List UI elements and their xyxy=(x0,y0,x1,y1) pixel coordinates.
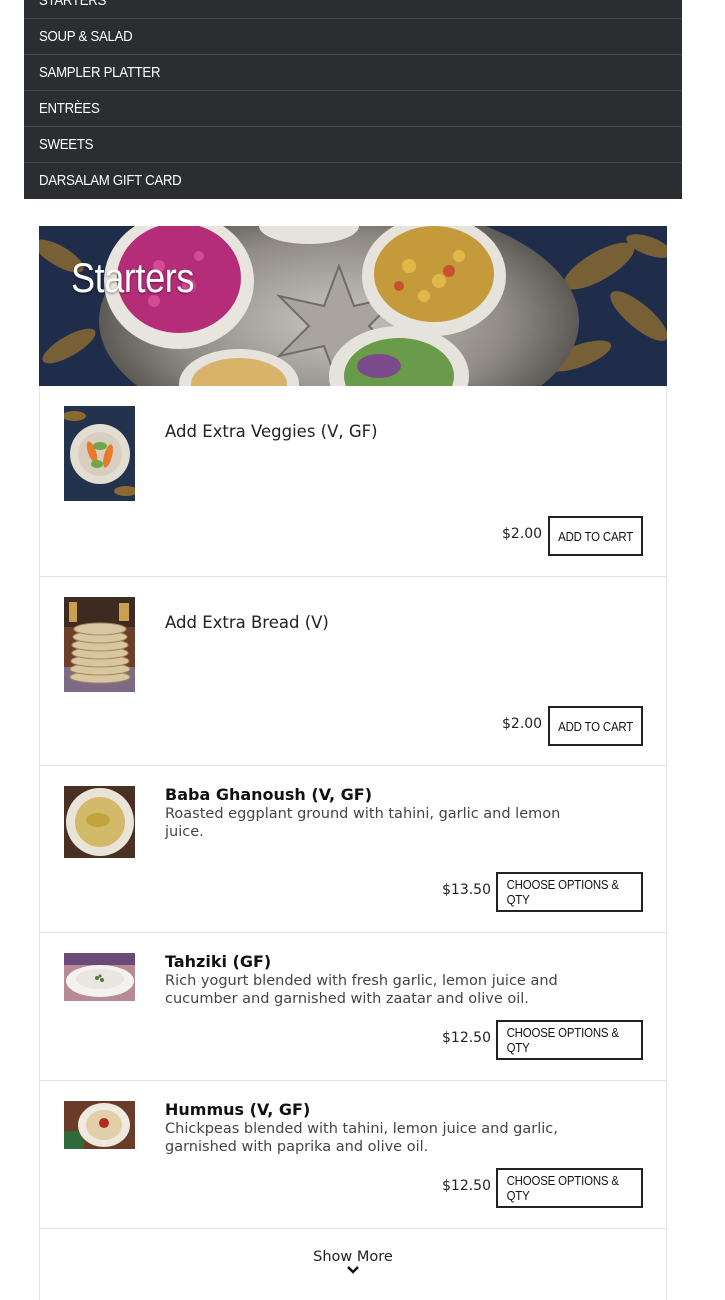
menu-item: Tahziki (GF) Rich yogurt blended with fr… xyxy=(40,933,666,1081)
add-to-cart-button[interactable]: Add to Cart xyxy=(548,516,643,556)
category-nav: Starters Soup & Salad Sampler Platter En… xyxy=(24,0,682,199)
nav-item-soup-salad[interactable]: Soup & Salad xyxy=(24,19,682,55)
item-price: $2.00 xyxy=(502,716,543,732)
choose-options-button[interactable]: Choose Options & Qty xyxy=(496,1168,643,1208)
section-title: Starters xyxy=(71,254,195,301)
choose-options-button[interactable]: Choose Options & Qty xyxy=(496,872,643,912)
item-name[interactable]: Add Extra Bread (V) xyxy=(165,613,329,632)
menu-item-list: Add Extra Veggies (V, GF) $2.00 Add to C… xyxy=(39,386,667,1300)
menu-item: Baba Ghanoush (V, GF) Roasted eggplant g… xyxy=(40,766,666,933)
show-more-button[interactable]: Show More xyxy=(40,1229,666,1289)
menu-item: Add Extra Veggies (V, GF) $2.00 Add to C… xyxy=(40,386,666,577)
chevron-down-icon xyxy=(347,1266,359,1274)
nav-item-gift-card[interactable]: Darsalam Gift Card xyxy=(24,163,682,199)
nav-item-entrees[interactable]: Entrèes xyxy=(24,91,682,127)
banner-food-image xyxy=(39,226,667,386)
item-price: $12.50 xyxy=(442,1178,491,1194)
item-name[interactable]: Add Extra Veggies (V, GF) xyxy=(165,422,378,441)
nav-item-sampler-platter[interactable]: Sampler Platter xyxy=(24,55,682,91)
item-price: $12.50 xyxy=(442,1030,491,1046)
dip-bowl-image[interactable] xyxy=(64,786,135,858)
nav-item-starters[interactable]: Starters xyxy=(24,0,682,19)
item-description: Roasted eggplant ground with tahini, gar… xyxy=(165,806,561,840)
item-description: Chickpeas blended with tahini, lemon jui… xyxy=(165,1121,558,1155)
menu-item: Hummus (V, GF) Chickpeas blended with ta… xyxy=(40,1081,666,1229)
item-name[interactable]: Hummus (V, GF) xyxy=(165,1100,310,1119)
hummus-bowl-image[interactable] xyxy=(64,1101,135,1149)
item-price: $13.50 xyxy=(442,882,491,898)
add-to-cart-button[interactable]: Add to Cart xyxy=(548,706,643,746)
menu-item: Add Extra Bread (V) $2.00 Add to Cart xyxy=(40,577,666,766)
item-price: $2.00 xyxy=(502,526,543,542)
veggies-plate-image[interactable] xyxy=(64,406,135,501)
item-description: Rich yogurt blended with fresh garlic, l… xyxy=(165,973,558,1007)
nav-item-sweets[interactable]: Sweets xyxy=(24,127,682,163)
item-name[interactable]: Tahziki (GF) xyxy=(165,952,271,971)
item-name[interactable]: Baba Ghanoush (V, GF) xyxy=(165,785,372,804)
section-banner: Starters xyxy=(39,226,667,386)
bread-stack-image[interactable] xyxy=(64,597,135,692)
show-more-label: Show More xyxy=(313,1249,393,1265)
yogurt-bowl-image[interactable] xyxy=(64,953,135,1001)
choose-options-button[interactable]: Choose Options & Qty xyxy=(496,1020,643,1060)
